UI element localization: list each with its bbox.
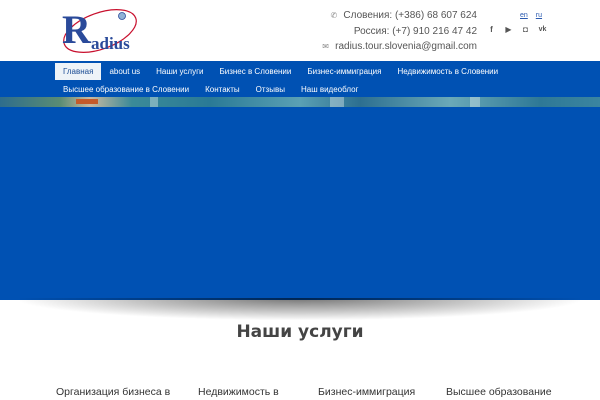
wave-detail	[470, 97, 480, 107]
nav-item-real-estate[interactable]: Недвижимость в Словении	[389, 63, 506, 80]
social-links: f ▶ ◘ vk	[487, 25, 547, 35]
service-business-immigration[interactable]: Бизнес-иммиграция	[318, 386, 415, 398]
nav-item-contacts[interactable]: Контакты	[197, 81, 248, 98]
nav-item-videoblog[interactable]: Наш видеоблог	[293, 81, 367, 98]
nav-item-about[interactable]: about us	[101, 63, 148, 80]
phone-slovenia-line: ✆ Словения: (+386) 68 607 624	[321, 8, 477, 24]
nav-item-home[interactable]: Главная	[55, 63, 102, 80]
email-link[interactable]: radius.tour.slovenia@gmail.com	[335, 39, 477, 55]
lang-ru[interactable]: ru	[536, 12, 542, 19]
phone-russia-line: Россия: (+7) 910 216 47 42	[321, 24, 477, 40]
service-business-setup[interactable]: Организация бизнеса в	[56, 386, 170, 398]
svg-text:R: R	[62, 7, 92, 52]
phone-slovenia[interactable]: Словения: (+386) 68 607 624	[343, 8, 477, 24]
instagram-icon[interactable]: ◘	[521, 25, 530, 35]
nav-item-immigration[interactable]: Бизнес-иммиграция	[299, 63, 389, 80]
wave-detail	[150, 97, 158, 107]
service-higher-education[interactable]: Высшее образование	[446, 386, 552, 398]
nav-item-reviews[interactable]: Отзывы	[248, 81, 293, 98]
vk-icon[interactable]: vk	[538, 25, 547, 35]
main-navigation: Главная about us Наши услуги Бизнес в Сл…	[0, 61, 600, 100]
svg-text:adius: adius	[91, 34, 130, 53]
nav-item-education[interactable]: Высшее образование в Словении	[55, 81, 197, 98]
site-header: R adius ✆ Словения: (+386) 68 607 624 Ро…	[0, 0, 600, 61]
youtube-icon[interactable]: ▶	[504, 25, 513, 35]
lang-en[interactable]: en	[520, 12, 528, 19]
facebook-icon[interactable]: f	[487, 25, 496, 35]
wave-detail	[330, 97, 344, 107]
rooftop-detail	[76, 99, 98, 104]
phone-russia[interactable]: Россия: (+7) 910 216 47 42	[354, 24, 477, 40]
envelope-icon: ✉	[322, 42, 329, 52]
hero-banner	[0, 107, 600, 300]
language-switcher: en ru	[520, 12, 542, 19]
services-heading: Наши услуги	[236, 322, 364, 342]
nav-item-business[interactable]: Бизнес в Словении	[211, 63, 299, 80]
phone-icon: ✆	[330, 11, 338, 21]
contact-block: ✆ Словения: (+386) 68 607 624 Россия: (+…	[321, 8, 477, 55]
service-real-estate[interactable]: Недвижимость в	[198, 386, 279, 398]
nav-row-2: Высшее образование в Словении Контакты О…	[55, 81, 366, 98]
nav-row-1: Главная about us Наши услуги Бизнес в Сл…	[55, 63, 506, 80]
hero-photo-strip	[0, 97, 600, 107]
services-list: Организация бизнеса в Недвижимость в Биз…	[0, 386, 600, 400]
nav-item-services[interactable]: Наши услуги	[148, 63, 211, 80]
radius-logo[interactable]: R adius	[60, 5, 160, 55]
hero-shadow	[20, 298, 580, 320]
email-line: ✉ radius.tour.slovenia@gmail.com	[321, 39, 477, 55]
